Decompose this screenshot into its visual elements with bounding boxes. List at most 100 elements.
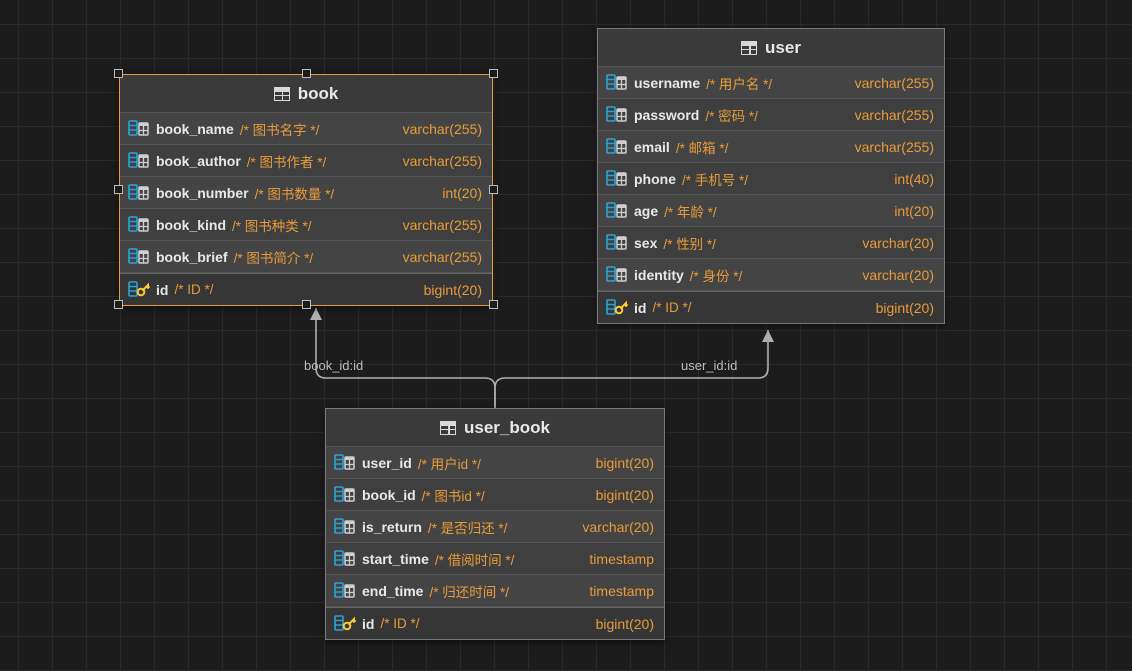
column-type: varchar(20) [862,235,934,251]
column-comment: /* ID */ [652,300,691,315]
table-book-body: book_name/* 图书名字 */varchar(255) book_aut… [120,113,492,305]
column-type: bigint(20) [424,282,482,298]
column-name: book_brief [156,249,228,265]
table-row[interactable]: phone/* 手机号 */int(40) [598,163,944,195]
column-type: varchar(255) [403,217,482,233]
column-comment: /* 图书id */ [422,485,485,505]
column-comment: /* 归还时间 */ [429,581,509,601]
table-user-header[interactable]: user [598,29,944,67]
table-book-title: book [298,84,339,104]
table-row[interactable]: password /* 密码 */ varchar(255) [598,99,944,131]
table-row[interactable]: age /* 年龄 */ int(20) [598,195,944,227]
column-name: end_time [362,583,423,599]
column-type: int(20) [894,203,934,219]
table-row[interactable]: book_id/* 图书id */bigint(20) [326,479,664,511]
column-comment: /* 图书数量 */ [255,183,335,203]
table-row[interactable]: username /* 用户名 */ varchar(255) [598,67,944,99]
connector-book-label: book_id:id [304,358,363,373]
column-icon [128,248,150,266]
column-name: sex [634,235,657,251]
column-type: int(40) [894,171,934,187]
column-comment: /* 图书作者 */ [247,151,327,171]
column-name: book_id [362,487,416,503]
table-row[interactable]: is_return/* 是否归还 */varchar(20) [326,511,664,543]
column-name: user_id [362,455,412,471]
column-name: book_number [156,185,249,201]
table-user-body: username /* 用户名 */ varchar(255) password /*… [598,67,944,323]
column-type: varchar(255) [855,75,934,91]
column-type: varchar(255) [855,139,934,155]
table-row[interactable]: id/* ID */bigint(20) [598,291,944,323]
column-type: varchar(255) [403,153,482,169]
table-user-book[interactable]: user_book user_id /* 用户id */ bigint(20) bo… [325,408,665,640]
column-icon [334,582,356,600]
column-icon [334,550,356,568]
primary-key-icon [128,281,150,299]
column-name: is_return [362,519,422,535]
table-icon [440,421,456,435]
column-comment: /* 用户名 */ [706,73,772,93]
primary-key-icon [606,299,628,317]
column-type: varchar(255) [855,107,934,123]
column-type: varchar(255) [403,121,482,137]
column-type: varchar(20) [862,267,934,283]
column-comment: /* 密码 */ [705,105,758,125]
table-row[interactable]: end_time/* 归还时间 */timestamp [326,575,664,607]
column-comment: /* 用户id */ [418,453,481,473]
table-row[interactable]: id /* ID */ bigint(20) [326,607,664,639]
table-row[interactable]: start_time/* 借阅时间 */timestamp [326,543,664,575]
column-icon [128,216,150,234]
column-icon [334,518,356,536]
column-name: start_time [362,551,429,567]
column-comment: /* 图书简介 */ [234,247,314,267]
column-name: email [634,139,670,155]
column-name: id [634,300,646,316]
column-name: age [634,203,658,219]
table-row[interactable]: email /* 邮箱 */ varchar(255) [598,131,944,163]
table-row[interactable]: user_id/* 用户id */bigint(20) [326,447,664,479]
column-name: password [634,107,699,123]
primary-key-icon [334,615,356,633]
column-icon [606,202,628,220]
table-book-header[interactable]: book [120,75,492,113]
column-name: identity [634,267,684,283]
table-row[interactable]: book_name/* 图书名字 */varchar(255) [120,113,492,145]
table-user[interactable]: user username /* 用户名 */ varchar(255) passw… [597,28,945,324]
column-icon [606,106,628,124]
column-comment: /* 图书种类 */ [232,215,312,235]
table-row[interactable]: book_author/* 图书作者 */varchar(255) [120,145,492,177]
column-comment: /* 年龄 */ [664,201,717,221]
column-comment: /* 是否归还 */ [428,517,508,537]
table-user-title: user [765,38,801,58]
column-icon [128,152,150,170]
table-row[interactable]: sex/* 性别 */varchar(20) [598,227,944,259]
column-name: id [362,616,374,632]
column-icon [334,486,356,504]
table-book[interactable]: book book_name/* 图书名字 */varchar(255) boo… [119,74,493,306]
table-row[interactable]: identity/* 身份 */varchar(20) [598,259,944,291]
table-user-book-header[interactable]: user_book [326,409,664,447]
column-type: timestamp [589,551,654,567]
table-row[interactable]: book_brief/* 图书简介 */varchar(255) [120,241,492,273]
column-icon [606,266,628,284]
column-comment: /* 邮箱 */ [676,137,729,157]
column-icon [606,138,628,156]
column-type: bigint(20) [596,616,654,632]
column-comment: /* ID */ [380,616,419,631]
table-icon [741,41,757,55]
table-icon [274,87,290,101]
column-icon [606,170,628,188]
table-user-book-title: user_book [464,418,550,438]
column-type: int(20) [442,185,482,201]
column-icon [606,74,628,92]
column-name: username [634,75,700,91]
column-icon [128,184,150,202]
table-row[interactable]: book_kind/* 图书种类 */varchar(255) [120,209,492,241]
column-icon [128,120,150,138]
column-name: book_name [156,121,234,137]
table-row[interactable]: id/* ID */bigint(20) [120,273,492,305]
er-diagram-canvas[interactable]: book_id:id user_id:id book book_name/* 图… [0,0,1132,671]
table-row[interactable]: book_number /* 图书数量 */ int(20) [120,177,492,209]
column-comment: /* 手机号 */ [682,169,748,189]
column-icon [606,234,628,252]
